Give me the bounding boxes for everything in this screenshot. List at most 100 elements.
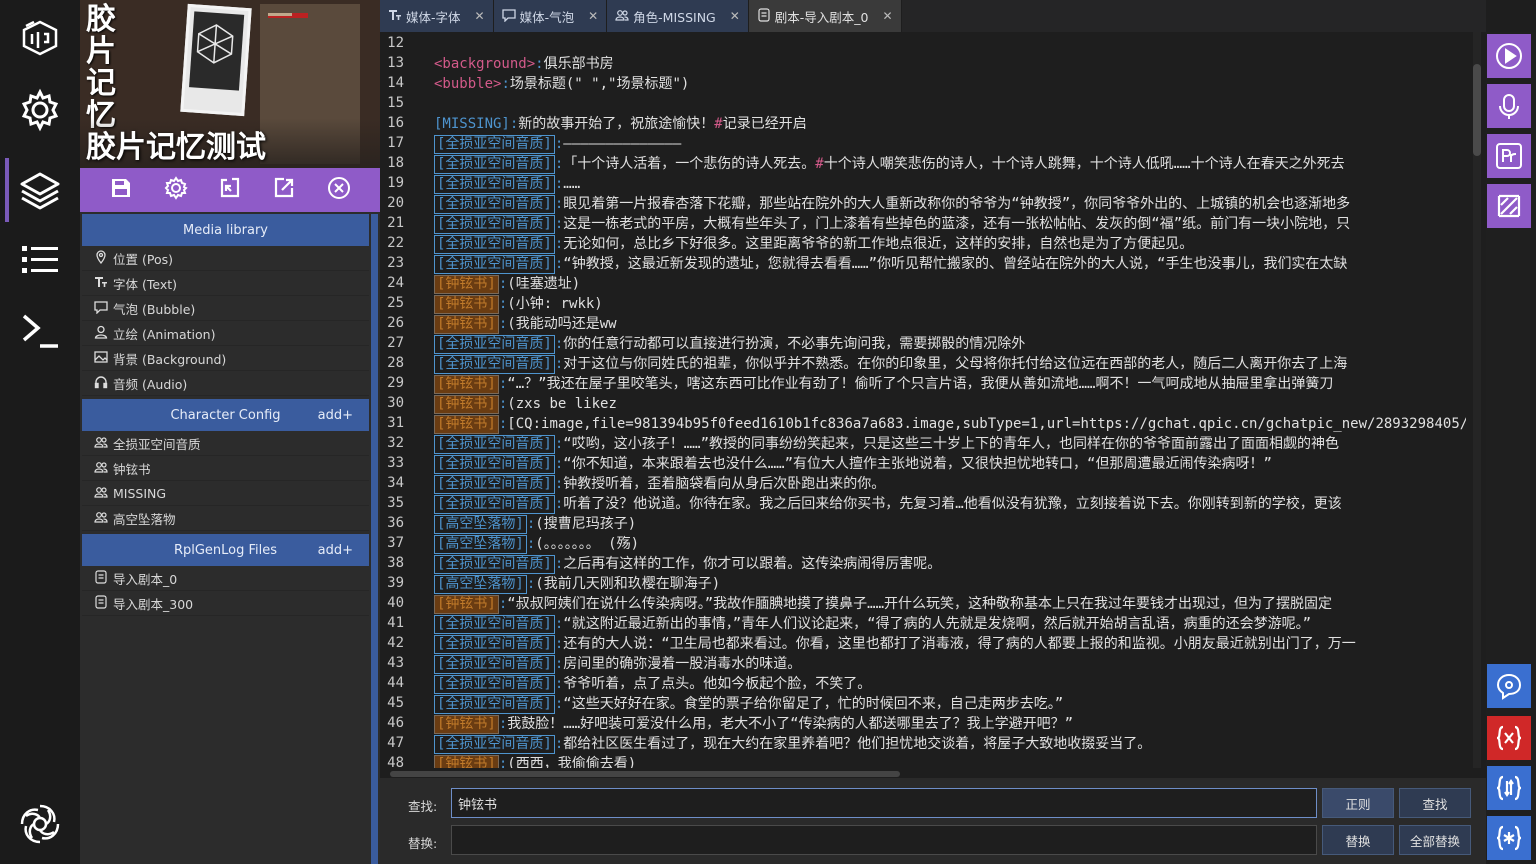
character-config-header[interactable]: Character Config add+: [82, 399, 369, 431]
tab-script-import-0[interactable]: 剧本-导入剧本_0 ✕: [748, 0, 902, 32]
sort-icon[interactable]: [1487, 766, 1531, 810]
code-line[interactable]: [钟铉书]:(西西，我偷偷去看): [434, 754, 636, 768]
code-line[interactable]: [MISSING]:新的故事开始了，祝旅途愉快！#记录已经开启: [434, 114, 807, 134]
cover-photo: [180, 3, 252, 117]
code-line[interactable]: [钟铉书]:(哇塞遗址): [434, 274, 580, 294]
close-tab-icon[interactable]: ✕: [475, 9, 485, 23]
find-button[interactable]: 查找: [1399, 788, 1471, 818]
character-item[interactable]: MISSING: [82, 481, 369, 506]
replace-all-button[interactable]: 全部替换: [1399, 825, 1471, 855]
code-line[interactable]: [高空坠落物]:(我前几天刚和玖樱在聊海子): [434, 574, 720, 594]
play-circle-icon[interactable]: [1487, 34, 1531, 78]
logo-icon[interactable]: [0, 6, 80, 70]
media-item-text[interactable]: 字体 (Text): [82, 271, 369, 296]
code-line[interactable]: [钟铉书]:(zxs be likez: [434, 394, 617, 414]
speaker-tag: [全损亚空间音质]: [434, 475, 555, 494]
add-file-button[interactable]: add+: [318, 543, 353, 558]
code-line[interactable]: [全损亚空间音质]:“哎哟，这小孩子！……”教授的同事纷纷笑起来，只是这些三十岁…: [434, 434, 1339, 454]
tab-character-missing[interactable]: 角色-MISSING ✕: [607, 0, 749, 32]
replace-label: 替换:: [408, 836, 438, 851]
bubble-icon: [501, 8, 520, 25]
add-character-button[interactable]: add+: [318, 408, 353, 423]
code-line[interactable]: [全损亚空间音质]:房间里的确弥漫着一股消毒水的味道。: [434, 654, 801, 674]
speaker-tag: [全损亚空间音质]: [434, 215, 555, 234]
settings-icon[interactable]: [164, 176, 188, 204]
code-line[interactable]: [钟铉书]:“叔叔阿姨们在说什么传染病呀。”我故作腼腆地摸了摸鼻子……开什么玩笑…: [434, 594, 1332, 614]
layers-icon[interactable]: [0, 158, 80, 222]
code-line[interactable]: [全损亚空间音质]:……: [434, 174, 580, 194]
line-number: 20: [387, 195, 404, 211]
editor-vertical-scrollbar[interactable]: [1473, 64, 1481, 156]
code-line[interactable]: [全损亚空间音质]:之后再有这样的工作，你才可以跟着。这传染病闹得厉害呢。: [434, 554, 941, 574]
code-line[interactable]: [全损亚空间音质]:“就这附近最近新出的事情，”青年人们议论起来，“得了病的人先…: [434, 614, 1311, 634]
file-item[interactable]: 导入剧本_0: [82, 566, 369, 591]
code-line[interactable]: [钟铉书]:我鼓脸！……好吧装可爱没什么用，老大不小了“传染病的人都送哪里去了？…: [434, 714, 1073, 734]
code-line[interactable]: [全损亚空间音质]:无论如何，总比乡下好很多。这里距离爷爷的新工作地点很近，这样…: [434, 234, 1193, 254]
code-line[interactable]: [高空坠落物]:(搜曹尼玛孩子): [434, 514, 636, 534]
export-icon[interactable]: [272, 176, 296, 204]
close-tab-icon[interactable]: ✕: [588, 9, 598, 23]
code-line[interactable]: <bubble>:场景标题(" ","场景标题"): [434, 74, 689, 94]
code-line[interactable]: [全损亚空间音质]:听着了没？他说道。你待在家。我之后回来给你买书，先复习着…他…: [434, 494, 1342, 514]
variable-icon[interactable]: [1487, 716, 1531, 760]
find-input[interactable]: 钟铉书: [451, 788, 1317, 818]
code-line[interactable]: [全损亚空间音质]:“这些天好好在家。食堂的票子给你留足了，忙的时候回不来，自己…: [434, 694, 1063, 714]
editor-horizontal-scrollbar[interactable]: [390, 771, 900, 777]
mic-icon[interactable]: [1487, 84, 1531, 128]
regex-icon[interactable]: [1487, 816, 1531, 860]
code-line[interactable]: [全损亚空间音质]:对于这位与你同姓氏的祖辈，你似乎并不熟悉。在你的印象里，父母…: [434, 354, 1347, 374]
code-line[interactable]: [钟铉书]:(我能动吗还是ww: [434, 314, 617, 334]
character-item[interactable]: 全损亚空间音质: [82, 431, 369, 456]
terminal-icon[interactable]: [0, 298, 80, 362]
list-icon[interactable]: [0, 228, 80, 292]
media-item-animation[interactable]: 立绘 (Animation): [82, 321, 369, 346]
speaker-tag: [全损亚空间音质]: [434, 615, 555, 634]
regex-toggle[interactable]: 正则: [1322, 788, 1394, 818]
code-line[interactable]: [全损亚空间音质]:“钟教授，这最近新发现的遗址，您就得去看看……”你听见帮忙搬…: [434, 254, 1347, 274]
close-tab-icon[interactable]: ✕: [730, 9, 740, 23]
openai-icon[interactable]: [0, 792, 80, 856]
code-line[interactable]: [全损亚空间音质]:眼见着第一片报春杏落下花瓣，那些站在院外的大人重新改称你的爷…: [434, 194, 1350, 214]
tab-media-text[interactable]: 媒体-字体 ✕: [380, 0, 494, 32]
code-line[interactable]: [全损亚空间音质]:「十个诗人活着，一个悲伤的诗人死去。#十个诗人嘲笑悲伤的诗人…: [434, 154, 1345, 174]
file-item[interactable]: 导入剧本_300: [82, 591, 369, 616]
media-item-audio[interactable]: 音频 (Audio): [82, 371, 369, 396]
code-line[interactable]: [全损亚空间音质]:这是一栋老式的平房，大概有些年头了，门上漆着有些掉色的蓝漆，…: [434, 214, 1350, 234]
code-line[interactable]: [全损亚空间音质]:你的任意行动都可以直接进行扮演，不必事先询问我，需要掷骰的情…: [434, 334, 1025, 354]
media-item-background[interactable]: 背景 (Background): [82, 346, 369, 371]
media-item-pos[interactable]: 位置 (Pos): [82, 246, 369, 271]
slash-box-icon[interactable]: [1487, 184, 1531, 228]
code-line[interactable]: <background>:俱乐部书房: [434, 54, 614, 74]
code-area[interactable]: <background>:俱乐部书房 <bubble>:场景标题(" ","场景标…: [434, 32, 1466, 768]
save-icon[interactable]: [109, 176, 133, 204]
speaker-tag: [全损亚空间音质]: [434, 355, 555, 374]
code-line[interactable]: [全损亚空间音质]:钟教授听着，歪着脑袋看向从身后次卧跑出来的你。: [434, 474, 885, 494]
code-line[interactable]: [全损亚空间音质]:还有的大人说：“卫生局也都来看过。你看，这里也都打了消毒液，…: [434, 634, 1356, 654]
replace-button[interactable]: 替换: [1322, 825, 1394, 855]
premiere-icon[interactable]: [1487, 134, 1531, 178]
code-line[interactable]: [高空坠落物]:(。。。。。。。 (殇): [434, 534, 639, 554]
replace-input[interactable]: [451, 825, 1317, 855]
character-item[interactable]: 钟铉书: [82, 456, 369, 481]
media-library-header[interactable]: Media library: [82, 214, 369, 246]
character-item[interactable]: 高空坠落物: [82, 506, 369, 531]
script-editor[interactable]: 12 13 14 15 16 17 18 19 20 21 22 23 24 25 26 27 28 29 30 31…: [380, 32, 1486, 768]
chat-settings-icon[interactable]: [1487, 664, 1531, 708]
code-line[interactable]: [全损亚空间音质]:——————————————: [434, 134, 681, 154]
tab-media-bubble[interactable]: 媒体-气泡 ✕: [493, 0, 608, 32]
speaker-tag: [钟铉书]: [434, 295, 499, 314]
media-item-bubble[interactable]: 气泡 (Bubble): [82, 296, 369, 321]
settings-icon[interactable]: [0, 78, 80, 142]
close-circle-icon[interactable]: [327, 176, 351, 204]
import-icon[interactable]: [218, 176, 242, 204]
code-line[interactable]: [全损亚空间音质]:爷爷听着，点了点头。他如今板起个脸，不笑了。: [434, 674, 871, 694]
line-text: 俱乐部书房: [543, 56, 614, 72]
close-tab-icon[interactable]: ✕: [883, 9, 893, 23]
code-line[interactable]: [钟铉书]:“…？”我还在屋子里咬笔头，嗐这东西可比作业有劲了！偷听了个只言片语…: [434, 374, 1333, 394]
code-line[interactable]: [全损亚空间音质]:都给社区医生看过了，现在大约在家里养着吧？他们担忧地交谈着，…: [434, 734, 1151, 754]
code-line[interactable]: [全损亚空间音质]:“你不知道，本来跟着去也没什么……”有位大人擅作主张地说着，…: [434, 454, 1272, 474]
code-line[interactable]: [钟铉书]:(小钟: rwkk): [434, 294, 603, 314]
rplgenlog-files-header[interactable]: RplGenLog Files add+: [82, 534, 369, 566]
code-line[interactable]: [钟铉书]:[CQ:image,file=981394b95f0feed1610…: [434, 414, 1466, 434]
sidebar-scrollbar[interactable]: [371, 214, 378, 864]
